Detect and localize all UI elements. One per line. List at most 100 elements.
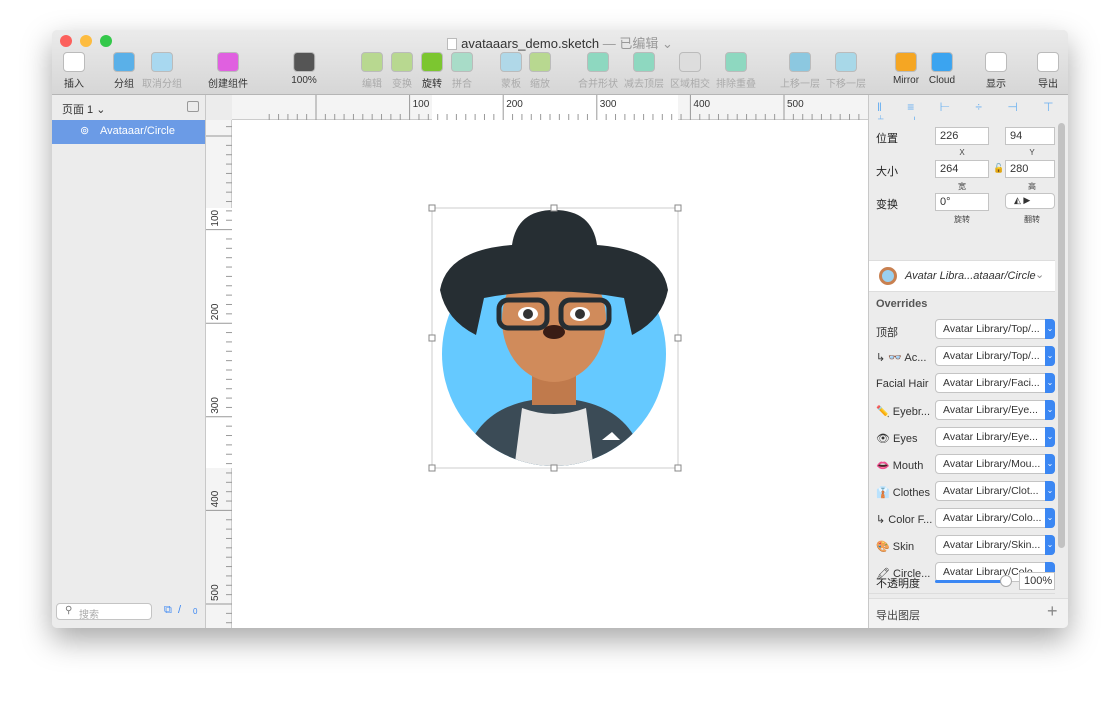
toolbar-label: 拼合 bbox=[452, 79, 472, 90]
toolbar-view-button[interactable]: 显示 bbox=[985, 52, 1007, 90]
toolbar-label: 分组 bbox=[114, 79, 134, 90]
toolbar-forward-button[interactable]: 上移一层 bbox=[780, 52, 820, 90]
override-select[interactable]: Avatar Library/Mou... bbox=[935, 454, 1055, 474]
layer-row[interactable]: ⊚ Avataaar/Circle bbox=[52, 120, 205, 144]
toolbar-label: Mirror bbox=[892, 75, 920, 86]
inspector-scrollbar[interactable] bbox=[1058, 123, 1065, 548]
opacity-slider[interactable] bbox=[935, 575, 1012, 587]
chevron-down-icon[interactable]: ⌄ bbox=[1045, 400, 1055, 420]
override-row: 👁 Eyes Avatar Library/Eye... ⌄ bbox=[869, 425, 1068, 452]
chevron-down-icon[interactable]: ⌄ bbox=[1045, 319, 1055, 339]
override-select[interactable]: Avatar Library/Eye... bbox=[935, 427, 1055, 447]
override-select[interactable]: Avatar Library/Eye... bbox=[935, 400, 1055, 420]
forward-icon bbox=[789, 52, 811, 72]
y-label: Y bbox=[1029, 148, 1035, 157]
toolbar-scale-button[interactable]: 缩放 bbox=[529, 52, 551, 90]
search-placeholder: 搜索 bbox=[79, 610, 99, 621]
toolbar-edit-button[interactable]: 编辑 bbox=[361, 52, 383, 90]
chevron-down-icon[interactable]: ⌄ bbox=[1045, 373, 1055, 393]
override-select[interactable]: Avatar Library/Faci... bbox=[935, 373, 1055, 393]
lock-icon[interactable]: 🔓 bbox=[993, 163, 1004, 174]
slices-filter-icon[interactable]: / bbox=[178, 604, 181, 616]
flip-buttons[interactable]: ◭ ▶ bbox=[1005, 193, 1055, 209]
opacity-field[interactable]: 100% bbox=[1019, 572, 1055, 590]
chevron-down-icon[interactable]: ⌄ bbox=[1045, 481, 1055, 501]
file-name: avataaars_demo.sketch bbox=[461, 36, 600, 51]
toolbar-ungroup-button[interactable]: 取消分组 bbox=[142, 52, 182, 90]
add-export-button[interactable]: + bbox=[1047, 601, 1058, 622]
override-row: 👔 Clothes Avatar Library/Clot... ⌄ bbox=[869, 479, 1068, 506]
avatar-thumbnail-icon bbox=[879, 267, 897, 285]
difference-icon bbox=[725, 52, 747, 72]
canvas[interactable] bbox=[232, 120, 868, 628]
toolbar-label: 蒙板 bbox=[501, 79, 521, 90]
chevron-down-icon[interactable]: ⌄ bbox=[1045, 508, 1055, 528]
rotation-field[interactable]: 0° bbox=[935, 193, 989, 211]
toolbar-label: 旋转 bbox=[422, 79, 442, 90]
toolbar-label: 导出 bbox=[1038, 79, 1058, 90]
toolbar-subtract-button[interactable]: 减去顶层 bbox=[624, 52, 664, 90]
x-field[interactable]: 226 bbox=[935, 127, 989, 145]
toolbar-zoom-button[interactable]: 100% bbox=[291, 52, 317, 86]
page-selector[interactable]: 页面 1 ⌄ bbox=[62, 101, 105, 117]
collapse-icon[interactable] bbox=[187, 101, 199, 112]
override-row: 顶部 Avatar Library/Top/... ⌄ bbox=[869, 317, 1068, 344]
ruler-tick-label: 400 bbox=[693, 99, 710, 110]
toolbar-mirror-button[interactable]: Mirror bbox=[893, 52, 919, 86]
toolbar-backward-button[interactable]: 下移一层 bbox=[826, 52, 866, 90]
layers-sidebar: 页面 1 ⌄ ⊚ Avataaar/Circle ⚲ 搜索 ⧉ / 0 bbox=[52, 95, 206, 628]
chevron-down-icon[interactable]: ⌄ bbox=[1045, 427, 1055, 447]
edit-status[interactable]: — 已编辑 ⌄ bbox=[603, 36, 673, 51]
override-name: Facial Hair bbox=[876, 378, 929, 390]
symbol-selector[interactable]: Avatar Libra...ataaar/Circle ⌄ bbox=[869, 260, 1055, 292]
rotate-icon bbox=[421, 52, 443, 72]
layer-search-input[interactable]: ⚲ 搜索 bbox=[56, 603, 152, 621]
horizontal-ruler[interactable]: 100200300400500600 bbox=[232, 95, 898, 120]
ruler-tick-label: 300 bbox=[210, 397, 221, 414]
symbols-filter-icon[interactable]: ⧉ bbox=[164, 604, 172, 617]
chevron-down-icon: ⌄ bbox=[1035, 269, 1045, 281]
cloud-icon bbox=[930, 52, 953, 72]
toolbar-symbol-button[interactable]: 创建组件 bbox=[208, 52, 248, 90]
opacity-slider-thumb[interactable] bbox=[1000, 575, 1012, 587]
toolbar-flatten-button[interactable]: 拼合 bbox=[451, 52, 473, 90]
window-title: avataaars_demo.sketch — 已编辑 ⌄ bbox=[52, 33, 1068, 52]
override-select[interactable]: Avatar Library/Top/... bbox=[935, 319, 1055, 339]
toolbar-export-button[interactable]: 导出 bbox=[1037, 52, 1059, 90]
toolbar-cloud-button[interactable]: Cloud bbox=[929, 52, 955, 86]
symbol-instance-icon: ⊚ bbox=[80, 125, 90, 137]
toolbar-union-button[interactable]: 合并形状 bbox=[578, 52, 618, 90]
override-select[interactable]: Avatar Library/Clot... bbox=[935, 481, 1055, 501]
toolbar-group-button[interactable]: 分组 bbox=[113, 52, 135, 90]
override-select[interactable]: Avatar Library/Top/... bbox=[935, 346, 1055, 366]
y-field[interactable]: 94 bbox=[1005, 127, 1055, 145]
height-field[interactable]: 280 bbox=[1005, 160, 1055, 178]
mask-icon bbox=[500, 52, 522, 72]
toolbar-plus-button[interactable]: 插入 bbox=[63, 52, 85, 90]
avatar-shirt bbox=[514, 408, 594, 466]
vertical-ruler[interactable]: 100 200 300 400 500 bbox=[206, 120, 232, 628]
override-select[interactable]: Avatar Library/Colo... bbox=[935, 508, 1055, 528]
toolbar-intersect-button[interactable]: 区域相交 bbox=[670, 52, 710, 90]
chevron-down-icon[interactable]: ⌄ bbox=[1045, 535, 1055, 555]
override-row: Facial Hair Avatar Library/Faci... ⌄ bbox=[869, 371, 1068, 398]
chevron-down-icon[interactable]: ⌄ bbox=[1045, 454, 1055, 474]
width-field[interactable]: 264 bbox=[935, 160, 989, 178]
toolbar-transform-button[interactable]: 变换 bbox=[391, 52, 413, 90]
ungroup-icon bbox=[151, 52, 173, 72]
opacity-label: 不透明度 bbox=[876, 578, 920, 590]
toolbar-difference-button[interactable]: 排除重叠 bbox=[716, 52, 756, 90]
sketch-window: avataaars_demo.sketch — 已编辑 ⌄ 插入 分组 取消分组 创建… bbox=[52, 30, 1068, 628]
transform-icon bbox=[391, 52, 413, 72]
avatar-artboard[interactable] bbox=[232, 120, 868, 628]
toolbar-mask-button[interactable]: 蒙板 bbox=[500, 52, 522, 90]
ruler-tick-label: 300 bbox=[600, 99, 617, 110]
backward-icon bbox=[835, 52, 857, 72]
toolbar-rotate-button[interactable]: 旋转 bbox=[421, 52, 443, 90]
override-select[interactable]: Avatar Library/Skin... bbox=[935, 535, 1055, 555]
chevron-down-icon[interactable]: ⌄ bbox=[1045, 346, 1055, 366]
symbol-name: Avatar Libra...ataaar/Circle bbox=[905, 270, 1036, 282]
toolbar-label: 创建组件 bbox=[208, 79, 248, 90]
plus-icon bbox=[63, 52, 85, 72]
scale-icon bbox=[529, 52, 551, 72]
